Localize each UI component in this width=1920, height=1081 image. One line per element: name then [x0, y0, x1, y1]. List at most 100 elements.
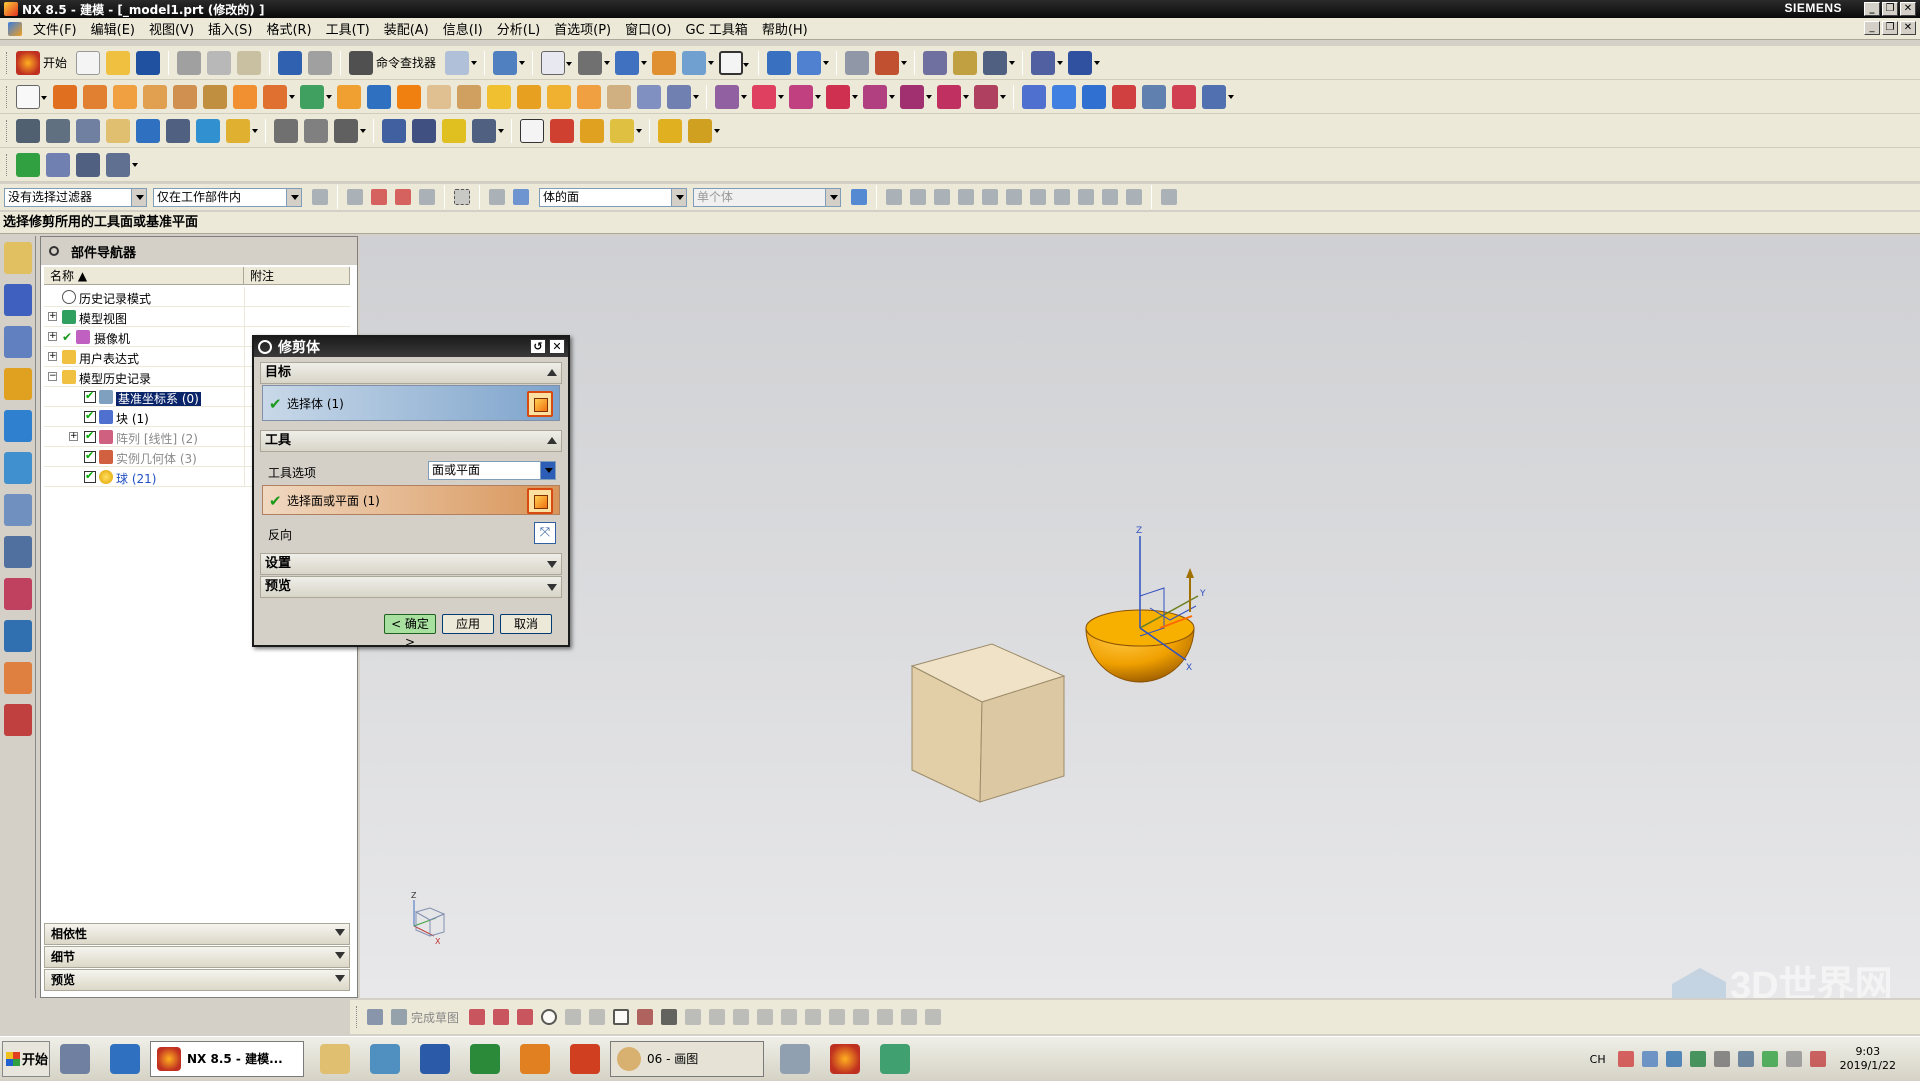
sync-resize-icon[interactable]	[900, 84, 932, 109]
revolve-icon[interactable]	[83, 84, 107, 109]
intersect-icon[interactable]	[397, 84, 421, 109]
sketch-icon[interactable]	[16, 84, 47, 109]
menu-gc-toolkit[interactable]: GC 工具箱	[679, 19, 755, 38]
thread-icon[interactable]	[472, 118, 504, 143]
sync-pull-face-icon[interactable]	[752, 84, 784, 109]
sync-pattern-icon[interactable]	[974, 84, 1006, 109]
tree-row[interactable]: + 模型视图	[44, 307, 350, 327]
polygon-icon[interactable]	[685, 1009, 702, 1025]
exploded-view-icon[interactable]	[106, 118, 130, 143]
window-toggle-icon[interactable]	[445, 50, 478, 75]
outlook-icon[interactable]	[520, 1043, 550, 1074]
block-body[interactable]	[910, 643, 1066, 803]
move-object-icon[interactable]	[875, 50, 908, 75]
table-icon[interactable]	[550, 118, 574, 143]
pocket-icon[interactable]	[173, 84, 197, 109]
assembly-icon[interactable]	[16, 118, 40, 143]
gear-icon[interactable]	[258, 340, 272, 354]
type-filter-dropdown[interactable]: 没有选择过滤器	[4, 187, 147, 207]
flag-icon[interactable]	[1713, 1051, 1730, 1067]
rectangle-select-icon[interactable]	[454, 189, 470, 205]
preview-group-header[interactable]: 预览	[260, 576, 562, 598]
power-icon[interactable]	[1785, 1051, 1802, 1067]
tool-icon[interactable]	[412, 118, 436, 143]
render-style-icon[interactable]	[578, 50, 611, 75]
rapid-dimension-icon[interactable]	[877, 1009, 894, 1025]
snap-existing-icon[interactable]	[1078, 189, 1094, 205]
snap-on-curve-icon[interactable]	[1102, 189, 1118, 205]
select-invert-icon[interactable]	[419, 189, 435, 205]
doc-restore-button[interactable]: ❐	[1882, 21, 1898, 35]
edge-blend-icon[interactable]	[427, 84, 451, 109]
network-icon[interactable]	[1641, 1051, 1658, 1067]
minimize-button[interactable]: _	[1864, 2, 1880, 16]
menu-tools[interactable]: 工具(T)	[319, 19, 377, 38]
project-curve-icon[interactable]	[853, 1009, 870, 1025]
select-curve-icon[interactable]	[395, 189, 411, 205]
pad-icon[interactable]	[203, 84, 227, 109]
select-body-icon[interactable]	[527, 391, 553, 417]
component-icon[interactable]	[46, 118, 70, 143]
arc-icon[interactable]	[304, 118, 328, 143]
constraint-navigator-tab[interactable]	[4, 284, 32, 316]
sketch-task-icon[interactable]	[367, 1009, 383, 1025]
circle-icon[interactable]	[541, 1009, 558, 1025]
triangle-icon[interactable]	[520, 118, 544, 143]
pattern-feature-icon[interactable]	[667, 84, 699, 109]
arrow-right-icon[interactable]	[851, 189, 867, 205]
menu-format[interactable]: 格式(R)	[259, 19, 318, 38]
visibility-checkbox[interactable]	[84, 409, 96, 423]
show-constraints-icon[interactable]	[925, 1009, 942, 1025]
sync-replace-face-icon[interactable]	[826, 84, 858, 109]
through-mesh-icon[interactable]	[1052, 84, 1076, 109]
snap-midpoint-icon[interactable]	[910, 189, 926, 205]
nx-task-button[interactable]: NX 8.5 - 建模...	[150, 1040, 304, 1077]
sew-icon[interactable]	[1172, 84, 1196, 109]
tree-row[interactable]: 历史记录模式	[44, 287, 350, 307]
snap-endpoint-icon[interactable]	[886, 189, 902, 205]
pin-icon[interactable]	[49, 246, 59, 256]
visibility-checkbox[interactable]	[84, 469, 96, 483]
paint-task-button[interactable]: 06 - 画图	[610, 1040, 764, 1077]
menu-analysis[interactable]: 分析(L)	[490, 19, 547, 38]
finish-sketch-icon[interactable]	[391, 1009, 407, 1025]
split-body-icon[interactable]	[637, 84, 661, 109]
sheet-icon[interactable]	[845, 50, 870, 75]
menu-preferences[interactable]: 首选项(P)	[547, 19, 618, 38]
spline-icon[interactable]	[334, 118, 366, 143]
tool-option-dropdown[interactable]: 面或平面	[428, 461, 556, 480]
offset-curve-icon[interactable]	[781, 1009, 798, 1025]
snap-settings-icon[interactable]	[1161, 189, 1177, 205]
menu-insert[interactable]: 插入(S)	[201, 19, 259, 38]
thicken-icon[interactable]	[1202, 84, 1234, 109]
graphics-window[interactable]: Z Y X Z X 3D世界网	[360, 236, 1920, 1007]
select-all-icon[interactable]	[347, 189, 363, 205]
shell-icon[interactable]	[487, 84, 511, 109]
layer-icon[interactable]	[797, 50, 830, 75]
open-folder-icon[interactable]	[106, 50, 131, 75]
powerpoint-icon[interactable]	[570, 1043, 600, 1074]
wave-icon[interactable]	[226, 118, 258, 143]
reuse-library-tab[interactable]	[4, 368, 32, 400]
ok-button[interactable]: < 确定 >	[384, 614, 436, 649]
sync-constraint-icon[interactable]	[937, 84, 969, 109]
explorer-icon[interactable]	[320, 1043, 350, 1074]
menu-information[interactable]: 信息(I)	[436, 19, 490, 38]
offset-face-icon[interactable]	[547, 84, 571, 109]
tool-group-header[interactable]: 工具	[260, 430, 562, 452]
column-notes[interactable]: 附注	[244, 267, 350, 284]
line-icon[interactable]	[274, 118, 298, 143]
sketch-line-icon[interactable]	[493, 1009, 510, 1025]
validation-icon[interactable]	[46, 152, 70, 177]
apply-button[interactable]: 应用	[442, 614, 494, 634]
settings-group-header[interactable]: 设置	[260, 553, 562, 575]
target-group-header[interactable]: 目标	[260, 362, 562, 384]
geometric-constraint-icon[interactable]	[901, 1009, 918, 1025]
menu-view[interactable]: 视图(V)	[142, 19, 201, 38]
pattern-curve-icon[interactable]	[829, 1009, 846, 1025]
trim-body-icon[interactable]	[607, 84, 631, 109]
nx-quicklaunch-icon[interactable]	[830, 1043, 860, 1074]
display-icon[interactable]	[1665, 1051, 1682, 1067]
face-select-icon[interactable]	[489, 189, 505, 205]
extrude-icon[interactable]	[53, 84, 77, 109]
